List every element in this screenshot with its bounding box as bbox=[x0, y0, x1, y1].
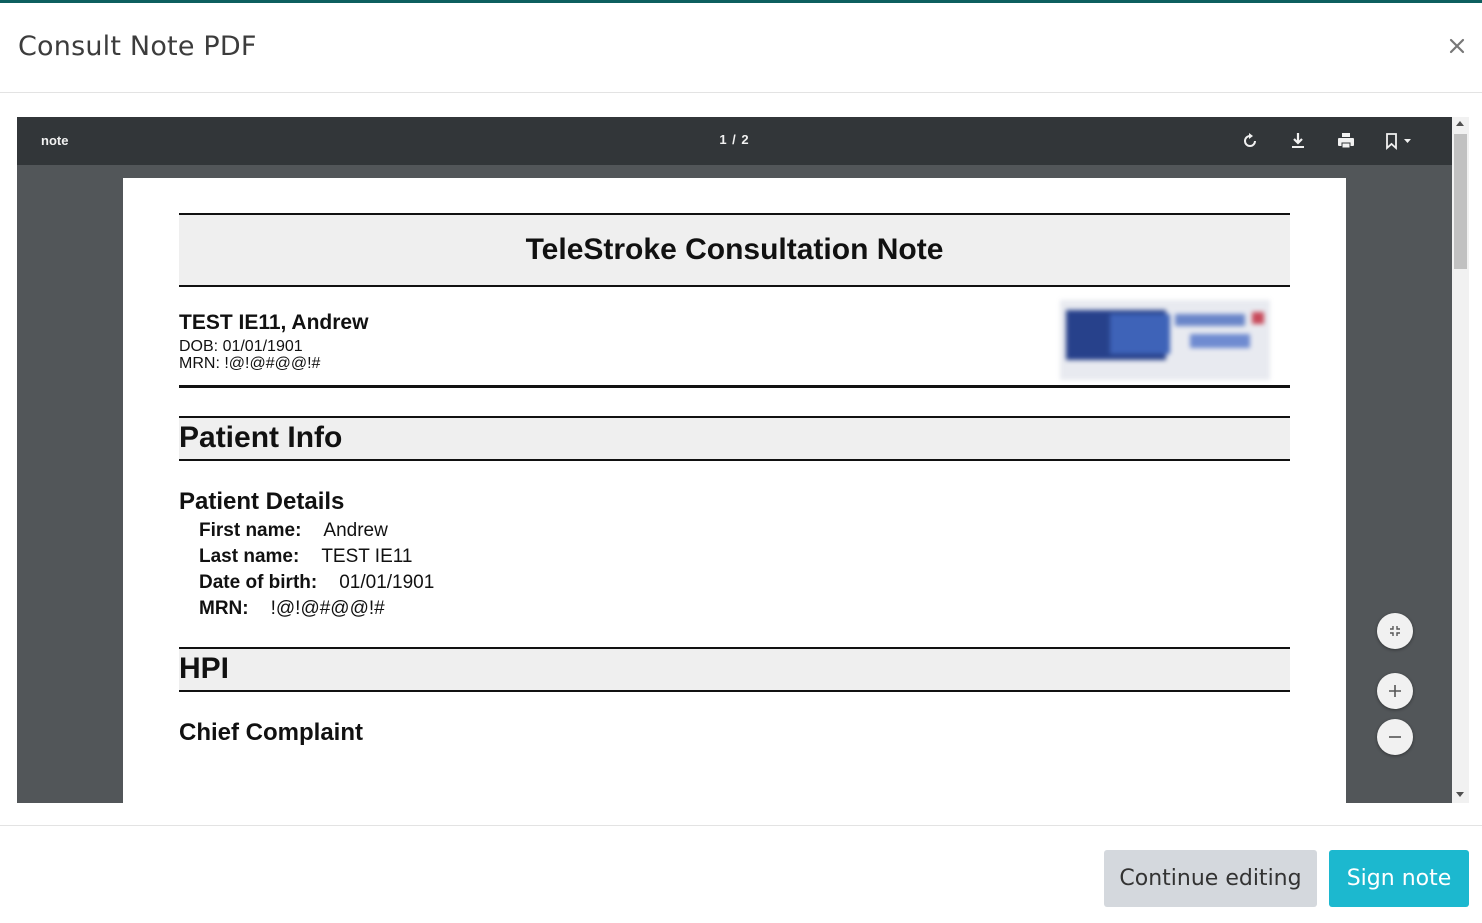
detail-row: Date of birth: 01/01/1901 bbox=[199, 572, 435, 593]
document-title: TeleStroke Consultation Note bbox=[525, 233, 944, 266]
detail-row: First name: Andrew bbox=[199, 520, 388, 541]
pdf-viewer: note 1 / 2 TeleStroke Consultation Note … bbox=[17, 117, 1452, 803]
download-icon[interactable] bbox=[1287, 130, 1309, 152]
patient-details-heading: Patient Details bbox=[179, 488, 345, 515]
scroll-thumb[interactable] bbox=[1454, 134, 1467, 269]
pdf-page: TeleStroke Consultation Note TEST IE11, … bbox=[123, 178, 1346, 803]
bookmark-icon[interactable] bbox=[1382, 130, 1418, 152]
pdf-toolbar: note 1 / 2 bbox=[17, 117, 1452, 165]
close-icon[interactable] bbox=[1446, 35, 1468, 57]
zoom-out-icon[interactable] bbox=[1377, 719, 1413, 755]
modal-footer: Continue editing Sign note bbox=[0, 825, 1482, 923]
continue-editing-button[interactable]: Continue editing bbox=[1104, 850, 1317, 907]
scroll-up-icon[interactable] bbox=[1456, 121, 1464, 126]
fit-page-icon[interactable] bbox=[1377, 613, 1413, 649]
scroll-down-icon[interactable] bbox=[1456, 792, 1464, 797]
zoom-in-icon[interactable] bbox=[1377, 673, 1413, 709]
section-hpi: HPI bbox=[179, 647, 1290, 692]
section-title: Patient Info bbox=[179, 421, 343, 454]
section-title: HPI bbox=[179, 652, 230, 685]
divider bbox=[179, 385, 1290, 388]
section-patient-info: Patient Info bbox=[179, 416, 1290, 461]
patient-name: TEST IE11, Andrew bbox=[179, 311, 369, 334]
patient-mrn: MRN: !@!@#@@!# bbox=[179, 355, 321, 372]
patient-dob: DOB: 01/01/1901 bbox=[179, 338, 303, 355]
hospital-logo bbox=[1060, 300, 1270, 380]
modal-title: Consult Note PDF bbox=[18, 31, 257, 62]
modal-header: Consult Note PDF bbox=[0, 3, 1482, 93]
scrollbar[interactable] bbox=[1452, 117, 1469, 803]
detail-row: MRN: !@!@#@@!# bbox=[199, 598, 385, 619]
chief-complaint-heading: Chief Complaint bbox=[179, 719, 363, 746]
detail-row: Last name: TEST IE11 bbox=[199, 546, 413, 567]
rotate-icon[interactable] bbox=[1239, 130, 1261, 152]
sign-note-button[interactable]: Sign note bbox=[1329, 850, 1469, 907]
page-counter: 1 / 2 bbox=[719, 132, 750, 147]
print-icon[interactable] bbox=[1335, 130, 1357, 152]
document-title-band: TeleStroke Consultation Note bbox=[179, 213, 1290, 287]
